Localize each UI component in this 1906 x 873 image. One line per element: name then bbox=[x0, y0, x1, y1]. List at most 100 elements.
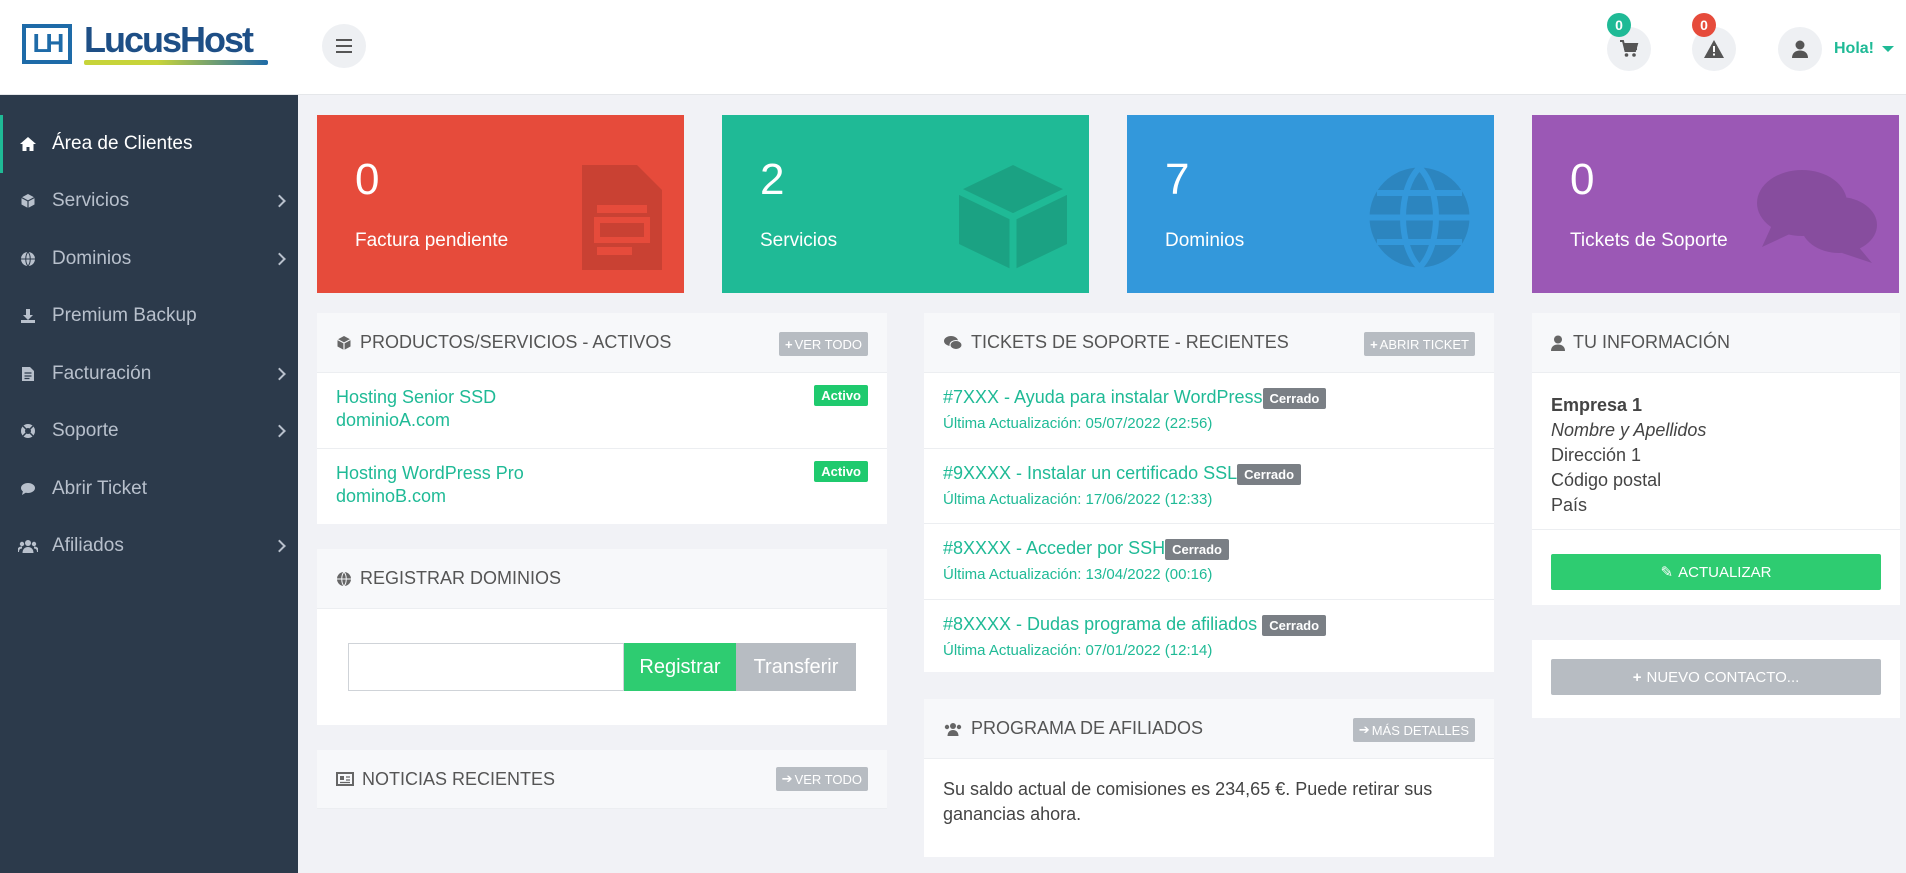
stat-value: 2 bbox=[760, 155, 785, 204]
stat-value: 0 bbox=[1570, 155, 1595, 204]
products-panel: PRODUCTOS/SERVICIOS - ACTIVOS + VER TODO … bbox=[317, 313, 887, 524]
users-icon bbox=[944, 722, 962, 736]
ticket-subject-link[interactable]: #9XXXX - Instalar un certificado SSL bbox=[943, 463, 1237, 483]
plus-icon: + bbox=[1370, 336, 1378, 352]
domain-search-input[interactable] bbox=[348, 643, 624, 691]
sidebar-item-afiliados[interactable]: Afiliados bbox=[0, 518, 298, 576]
plus-icon: + bbox=[784, 336, 793, 352]
menu-toggle-button[interactable] bbox=[322, 24, 366, 68]
user-avatar bbox=[1778, 27, 1822, 71]
register-domain-button[interactable]: Registrar bbox=[624, 643, 736, 691]
service-name-link[interactable]: Hosting Senior SSD bbox=[336, 387, 868, 408]
news-panel: NOTICIAS RECIENTES ➔ VER TODO bbox=[317, 750, 887, 809]
ticket-updated: Última Actualización: 05/07/2022 (22:56) bbox=[943, 415, 1213, 432]
list-item[interactable]: Hosting WordPress Pro dominoB.com Activo bbox=[317, 449, 887, 524]
chevron-right-icon bbox=[273, 367, 286, 381]
users-icon bbox=[18, 536, 38, 556]
panel-title: PROGRAMA DE AFILIADOS bbox=[971, 718, 1204, 738]
transfer-domain-button[interactable]: Transferir bbox=[736, 643, 856, 691]
plus-icon: + bbox=[1632, 668, 1642, 686]
sidebar-item-servicios[interactable]: Servicios bbox=[0, 173, 298, 231]
open-ticket-button[interactable]: + ABRIR TICKET bbox=[1364, 332, 1475, 356]
ticket-updated: Última Actualización: 17/06/2022 (12:33) bbox=[943, 491, 1213, 508]
stat-card-tickets[interactable]: 0 Tickets de Soporte bbox=[1532, 115, 1899, 293]
affiliates-panel: PROGRAMA DE AFILIADOS ➔ MÁS DETALLES Su s… bbox=[924, 699, 1494, 857]
hamburger-icon bbox=[336, 37, 352, 55]
warning-icon bbox=[1704, 40, 1724, 58]
user-menu[interactable]: Hola! bbox=[1778, 27, 1894, 71]
ticket-subject-link[interactable]: #8XXXX - Acceder por SSH bbox=[943, 538, 1165, 558]
panel-title: REGISTRAR DOMINIOS bbox=[360, 568, 562, 588]
sidebar-item-label: Afiliados bbox=[52, 535, 124, 557]
register-domains-panel: REGISTRAR DOMINIOS Registrar Transferir bbox=[317, 549, 887, 725]
sidebar-item-label: Premium Backup bbox=[52, 305, 197, 327]
sidebar-item-premium-backup[interactable]: Premium Backup bbox=[0, 288, 298, 346]
alerts-count-badge: 0 bbox=[1692, 13, 1716, 37]
stat-value: 0 bbox=[355, 155, 380, 204]
new-contact-button[interactable]: + NUEVO CONTACTO... bbox=[1551, 659, 1881, 695]
ticket-row[interactable]: #8XXXX - Dudas programa de afiliados Cer… bbox=[924, 600, 1494, 672]
comments-icon bbox=[1757, 170, 1877, 263]
stat-card-services[interactable]: 2 Servicios bbox=[722, 115, 1089, 293]
status-badge: Activo bbox=[814, 461, 868, 482]
sidebar-item-soporte[interactable]: Soporte bbox=[0, 403, 298, 461]
comments-icon bbox=[944, 335, 963, 350]
sidebar-item-dominios[interactable]: Dominios bbox=[0, 230, 298, 288]
home-icon bbox=[18, 134, 38, 154]
status-badge: Cerrado bbox=[1237, 464, 1302, 485]
invoice-icon bbox=[18, 364, 38, 384]
top-header: LH LucusHost 0 0 Hola! bbox=[0, 0, 1906, 95]
service-name-link[interactable]: Hosting WordPress Pro bbox=[336, 463, 868, 484]
ticket-updated: Última Actualización: 07/01/2022 (12:14) bbox=[943, 642, 1213, 659]
logo-text: LucusHost bbox=[84, 19, 254, 60]
tickets-panel: TICKETS DE SOPORTE - RECIENTES + ABRIR TI… bbox=[924, 313, 1494, 672]
ticket-subject-link[interactable]: #7XXX - Ayuda para instalar WordPress bbox=[943, 387, 1263, 407]
chevron-right-icon bbox=[273, 424, 286, 438]
panel-title: PRODUCTOS/SERVICIOS - ACTIVOS bbox=[360, 332, 672, 352]
invoice-icon bbox=[582, 165, 662, 270]
status-badge: Activo bbox=[814, 385, 868, 406]
sidebar: Área de Clientes Servicios Dominios Prem… bbox=[0, 95, 298, 873]
newspaper-icon bbox=[336, 772, 354, 786]
chevron-right-icon bbox=[273, 252, 286, 266]
stat-label: Factura pendiente bbox=[355, 230, 509, 251]
sidebar-item-facturacion[interactable]: Facturación bbox=[0, 345, 298, 403]
sidebar-item-label: Área de Clientes bbox=[52, 132, 193, 154]
logo-mark: LH bbox=[22, 23, 72, 64]
globe-icon bbox=[1369, 165, 1470, 270]
ticket-row[interactable]: #8XXXX - Acceder por SSH Cerrado Última A… bbox=[924, 524, 1494, 600]
user-icon bbox=[1792, 40, 1808, 58]
stat-card-domains[interactable]: 7 Dominios bbox=[1127, 115, 1494, 293]
ticket-subject-link[interactable]: #8XXXX - Dudas programa de afiliados bbox=[943, 614, 1257, 634]
cube-icon bbox=[959, 165, 1067, 270]
sidebar-item-abrir-ticket[interactable]: Abrir Ticket bbox=[0, 460, 298, 518]
stat-label: Tickets de Soporte bbox=[1570, 230, 1728, 251]
ticket-row[interactable]: #9XXXX - Instalar un certificado SSL Cerr… bbox=[924, 449, 1494, 524]
list-item[interactable]: Hosting Senior SSD dominioA.com Activo bbox=[317, 373, 887, 449]
service-domain-link[interactable]: dominoB.com bbox=[336, 486, 868, 507]
status-badge: Cerrado bbox=[1262, 615, 1327, 636]
panel-title: NOTICIAS RECIENTES bbox=[362, 768, 556, 789]
panel-title: TICKETS DE SOPORTE - RECIENTES bbox=[971, 332, 1289, 352]
sidebar-item-area-clientes[interactable]: Área de Clientes bbox=[0, 115, 298, 173]
brand-logo[interactable]: LH LucusHost bbox=[22, 22, 268, 65]
service-domain-link[interactable]: dominioA.com bbox=[336, 410, 868, 431]
update-info-button[interactable]: ✎ ACTUALIZAR bbox=[1551, 554, 1881, 590]
chevron-down-icon bbox=[1882, 46, 1894, 52]
view-all-services-button[interactable]: + VER TODO bbox=[778, 332, 868, 356]
alerts-button[interactable]: 0 bbox=[1692, 13, 1736, 71]
stat-value: 7 bbox=[1165, 155, 1190, 204]
country: País bbox=[1551, 495, 1588, 515]
logo-mark-text: LH bbox=[32, 28, 65, 58]
more-details-button[interactable]: ➔ MÁS DETALLES bbox=[1352, 718, 1475, 742]
cart-button[interactable]: 0 bbox=[1607, 13, 1651, 71]
globe-icon bbox=[18, 249, 38, 269]
logo-underline bbox=[84, 60, 268, 65]
sidebar-item-label: Facturación bbox=[52, 362, 152, 384]
ticket-row[interactable]: #7XXX - Ayuda para instalar WordPress Cer… bbox=[924, 373, 1494, 449]
stat-card-invoices[interactable]: 0 Factura pendiente bbox=[317, 115, 684, 293]
stat-label: Dominios bbox=[1165, 230, 1245, 251]
chevron-right-icon bbox=[273, 539, 286, 553]
view-all-news-button[interactable]: ➔ VER TODO bbox=[775, 767, 868, 791]
stat-label: Servicios bbox=[760, 230, 838, 251]
